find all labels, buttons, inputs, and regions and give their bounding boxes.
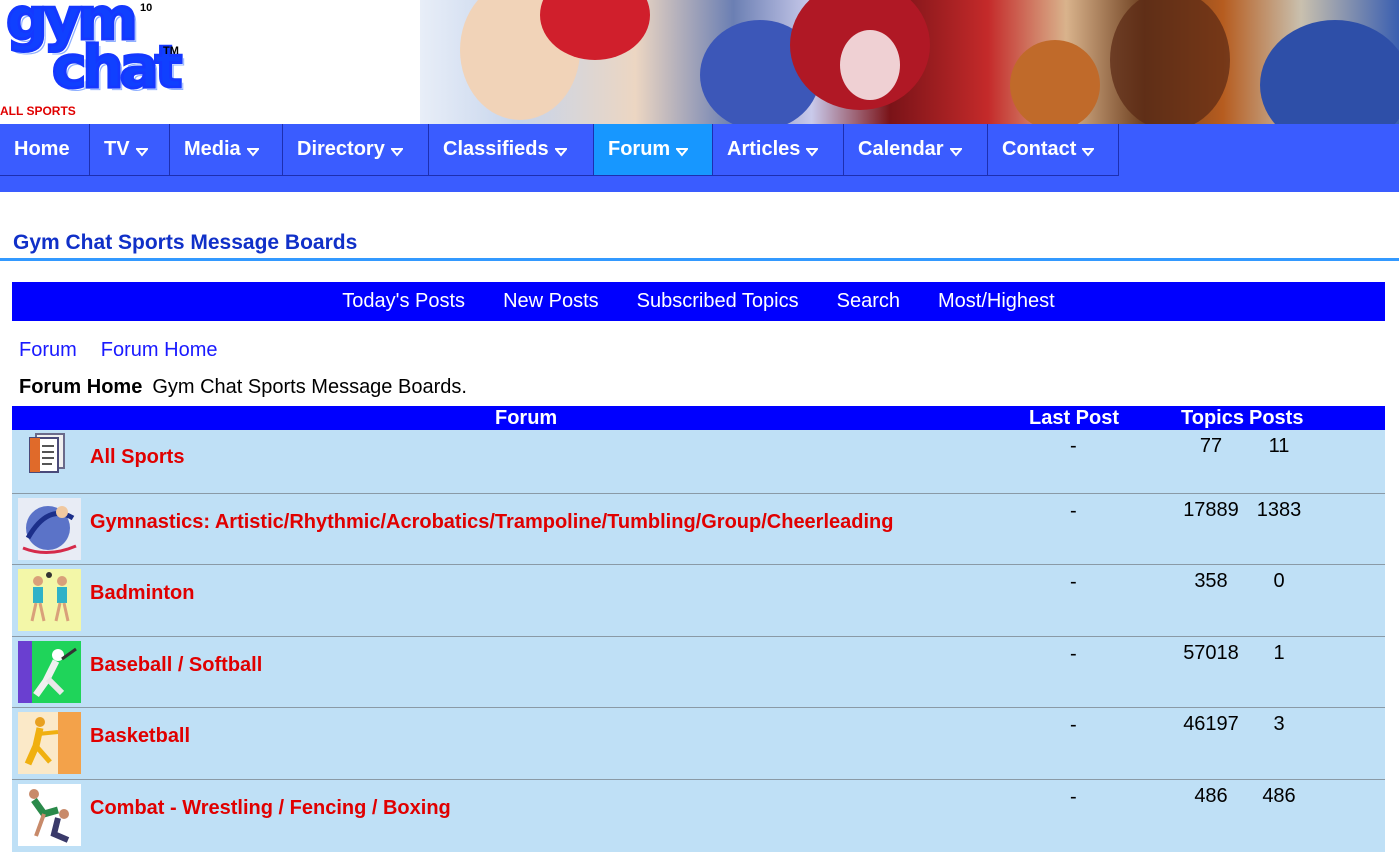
logo-word-chat: chat (51, 33, 185, 101)
breadcrumb-forum[interactable]: Forum (19, 339, 77, 361)
nav-tv-label: TV (104, 138, 130, 160)
nav-articles[interactable]: Articles (713, 124, 844, 176)
topics-count: 358 (1194, 570, 1228, 592)
chevron-down-icon (390, 146, 403, 158)
chevron-down-icon (1082, 146, 1095, 158)
nav-forum[interactable]: Forum (594, 124, 713, 176)
site-header: gym chat 10 TM ALL SPORTS (0, 0, 1399, 124)
subnav-new-posts[interactable]: New Posts (503, 290, 599, 313)
nav-calendar-label: Calendar (858, 138, 944, 160)
breadcrumb-forum-home[interactable]: Forum Home (101, 339, 218, 361)
logo-tagline: ALL SPORTS (0, 104, 76, 118)
table-row: Baseball / Softball - 57018 1 (12, 637, 1385, 708)
header-topics: Topics (1181, 407, 1244, 429)
subnav-subscribed-topics[interactable]: Subscribed Topics (637, 290, 799, 313)
chevron-down-icon (554, 146, 567, 158)
topics-count: 57018 (1183, 642, 1239, 664)
posts-count: 11 (1268, 435, 1290, 457)
logo-trademark: TM (163, 45, 179, 57)
forum-home-heading: Forum Home Gym Chat Sports Message Boards… (19, 376, 467, 399)
last-post: - (1070, 643, 1077, 665)
last-post: - (1070, 714, 1077, 736)
forum-link[interactable]: Combat - Wrestling / Fencing / Boxing (90, 797, 451, 820)
table-row: Combat - Wrestling / Fencing / Boxing - … (12, 780, 1385, 852)
nav-contact[interactable]: Contact (988, 124, 1119, 176)
topics-count: 46197 (1183, 713, 1239, 735)
forum-subnav: Today's Posts New Posts Subscribed Topic… (12, 282, 1385, 321)
subnav-todays-posts[interactable]: Today's Posts (342, 290, 465, 313)
forum-link[interactable]: All Sports (90, 446, 184, 469)
topics-count: 17889 (1183, 499, 1239, 521)
table-row: Badminton - 358 0 (12, 565, 1385, 637)
forum-table: Forum Last Post Topics Posts All Sports … (12, 406, 1385, 852)
chevron-down-icon (246, 146, 259, 158)
topics-count: 486 (1194, 785, 1228, 807)
chevron-down-icon (806, 146, 819, 158)
table-header: Forum Last Post Topics Posts (12, 406, 1385, 430)
forum-link[interactable]: Basketball (90, 725, 190, 748)
breadcrumb: Forum Forum Home (19, 339, 242, 362)
nav-directory[interactable]: Directory (283, 124, 429, 176)
header-posts: Posts (1249, 407, 1304, 429)
table-row: Basketball - 46197 3 (12, 708, 1385, 780)
nav-home[interactable]: Home (0, 124, 90, 176)
header-last-post: Last Post (1029, 407, 1120, 429)
badminton-icon (18, 569, 81, 631)
subnav-search[interactable]: Search (837, 290, 900, 313)
nav-directory-label: Directory (297, 138, 385, 160)
posts-count: 486 (1262, 785, 1296, 807)
posts-count: 1 (1273, 642, 1285, 664)
basketball-icon (18, 712, 81, 774)
header-forum: Forum (495, 407, 558, 429)
last-post: - (1070, 786, 1077, 808)
table-row: Gymnastics: Artistic/Rhythmic/Acrobatics… (12, 494, 1385, 565)
chevron-down-icon (135, 146, 148, 158)
forum-home-label: Forum Home (19, 376, 143, 398)
forum-link[interactable]: Badminton (90, 582, 194, 605)
nav-media[interactable]: Media (170, 124, 283, 176)
page-title: Gym Chat Sports Message Boards (13, 231, 358, 254)
gymnastics-icon (18, 498, 81, 560)
nav-media-label: Media (184, 138, 241, 160)
chevron-down-icon (676, 146, 689, 158)
nav-articles-label: Articles (727, 138, 801, 160)
last-post: - (1070, 500, 1077, 522)
table-row: All Sports - 77 11 (12, 430, 1385, 494)
forum-home-description: Gym Chat Sports Message Boards. (152, 376, 467, 398)
nav-tv[interactable]: TV (90, 124, 170, 176)
nav-classifieds[interactable]: Classifieds (429, 124, 594, 176)
forum-link[interactable]: Baseball / Softball (90, 654, 262, 677)
title-divider (0, 258, 1399, 261)
main-nav: Home TV Media Directory Classifieds Foru… (0, 124, 1399, 192)
nav-classifieds-label: Classifieds (443, 138, 549, 160)
posts-count: 0 (1273, 570, 1285, 592)
last-post: - (1070, 571, 1077, 593)
baseball-icon (18, 641, 81, 703)
sports-banner-image (420, 0, 1399, 124)
main-nav-items: Home TV Media Directory Classifieds Foru… (0, 124, 1119, 177)
nav-contact-label: Contact (1002, 138, 1077, 160)
forum-link[interactable]: Gymnastics: Artistic/Rhythmic/Acrobatics… (90, 511, 893, 534)
logo-version: 10 (140, 2, 153, 14)
nav-home-label: Home (14, 138, 70, 160)
nav-forum-label: Forum (608, 138, 671, 160)
last-post: - (1070, 435, 1077, 457)
chevron-down-icon (949, 146, 962, 158)
nav-calendar[interactable]: Calendar (844, 124, 988, 176)
posts-count: 3 (1273, 713, 1285, 735)
document-icon (26, 432, 70, 474)
wrestling-icon (18, 784, 81, 846)
subnav-most-highest[interactable]: Most/Highest (938, 290, 1055, 313)
topics-count: 77 (1199, 435, 1223, 457)
site-logo[interactable]: gym chat 10 TM ALL SPORTS (0, 0, 200, 124)
posts-count: 1383 (1256, 499, 1302, 521)
